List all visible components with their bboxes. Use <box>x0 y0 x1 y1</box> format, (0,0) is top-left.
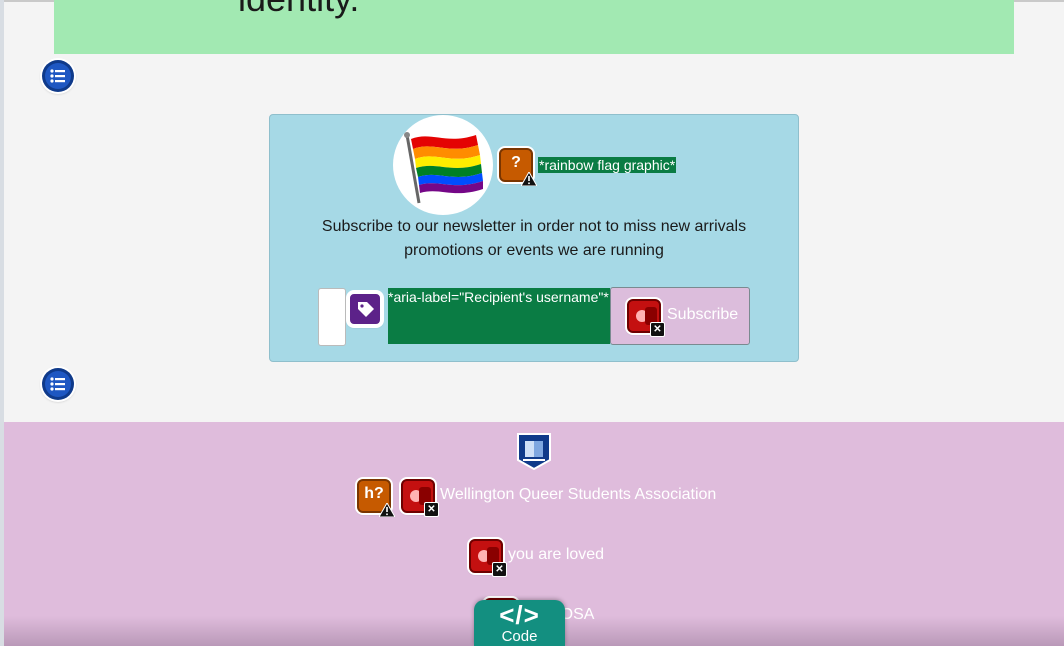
list-structure-icon[interactable] <box>42 60 74 92</box>
org-name-link[interactable]: Wellington Queer Students Association <box>440 486 716 504</box>
list-structure-icon[interactable] <box>42 368 74 400</box>
subscribe-button[interactable]: ✕ Subscribe <box>610 287 750 345</box>
tagline-link[interactable]: you are loved <box>508 546 604 564</box>
link-missing-alt-icon[interactable]: h? <box>357 479 395 517</box>
aria-label-tag-icon[interactable] <box>348 292 382 326</box>
warning-icon <box>521 172 537 186</box>
close-icon: ✕ <box>492 562 507 577</box>
button-error-icon: ✕ <box>627 299 665 337</box>
code-toggle-button[interactable]: </> Code <box>474 600 565 646</box>
link-error-icon[interactable]: ✕ <box>469 539 507 577</box>
code-label: Code <box>501 628 538 645</box>
input-aria-label: *aria-label="Recipient's username"* <box>388 288 610 344</box>
code-icon: </> <box>499 600 540 630</box>
image-alt-label: *rainbow flag graphic* <box>538 157 677 173</box>
close-icon: ✕ <box>650 322 665 337</box>
rainbow-flag-image <box>393 115 493 215</box>
subscribe-form: *aria-label="Recipient's username"* ✕ Su… <box>318 287 750 346</box>
newsletter-card: ? *rainbow flag graphic* Subscribe to ou… <box>269 114 799 362</box>
footer-landmark-icon[interactable] <box>515 432 553 471</box>
hero-banner: identity. <box>54 0 1014 54</box>
hero-heading: identity. <box>238 0 359 20</box>
newsletter-description: Subscribe to our newsletter in order not… <box>321 218 747 259</box>
image-missing-alt-icon[interactable]: ? <box>499 148 537 186</box>
warning-icon <box>379 503 395 517</box>
username-input[interactable] <box>318 288 346 346</box>
link-error-icon[interactable]: ✕ <box>401 479 439 517</box>
close-icon: ✕ <box>424 502 439 517</box>
